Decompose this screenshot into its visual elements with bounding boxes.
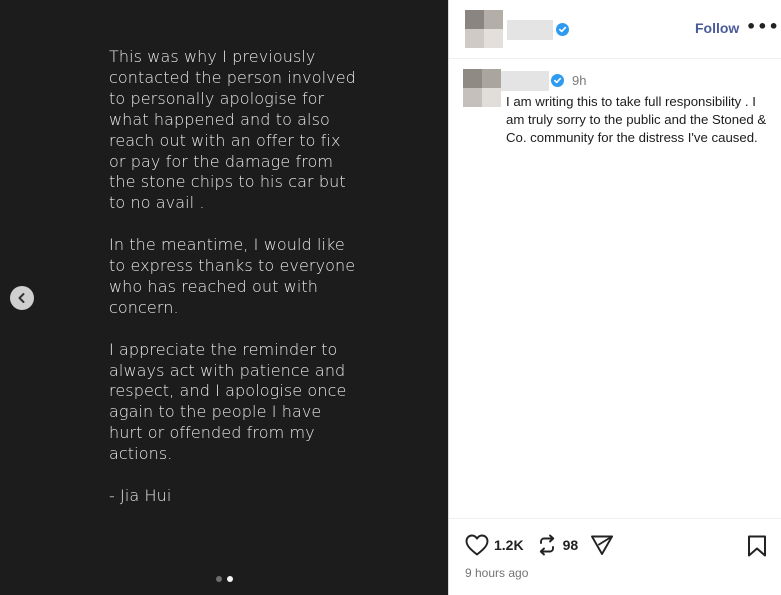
like-count[interactable]: 1.2K [494, 537, 524, 553]
avatar-pixel [482, 69, 501, 88]
previous-slide-button[interactable] [10, 286, 34, 310]
avatar-pixel [465, 10, 484, 29]
commenter-name-redacted[interactable] [501, 71, 549, 91]
save-bookmark-button[interactable] [747, 535, 767, 561]
slide-paragraph-1: This was why I previously contacted the … [109, 47, 356, 213]
heart-icon [465, 534, 489, 556]
like-button[interactable]: 1.2K [465, 534, 536, 556]
chevron-left-icon [18, 293, 25, 303]
pagination-dot-active[interactable] [227, 576, 233, 582]
repost-count[interactable]: 98 [563, 537, 579, 553]
caption-text: I am writing this to take full responsib… [506, 94, 767, 145]
avatar-pixel [463, 88, 482, 107]
verified-badge-icon [551, 74, 564, 87]
pagination-dots [216, 576, 233, 582]
repost-button[interactable]: 98 [536, 534, 591, 556]
avatar-pixel [465, 29, 484, 48]
follow-button[interactable]: Follow [695, 20, 739, 36]
commenter-avatar[interactable] [463, 69, 501, 107]
verified-badge-icon [556, 23, 569, 36]
author-name-redacted[interactable] [507, 20, 553, 40]
comment-time[interactable]: 9h [572, 73, 586, 88]
post-details-panel: Follow ••• 9h I am writing this to take … [448, 0, 781, 595]
action-bar: 1.2K 98 [465, 534, 614, 556]
post-media-slide: This was why I previously contacted the … [0, 0, 448, 595]
author-avatar[interactable] [465, 10, 503, 48]
post-timestamp[interactable]: 9 hours ago [465, 566, 528, 580]
avatar-pixel [484, 29, 503, 48]
post-footer: 1.2K 98 9 hours ago [449, 518, 781, 595]
slide-paragraph-2: In the meantime, I would like to express… [109, 235, 356, 317]
share-button[interactable] [590, 534, 614, 556]
post-header: Follow ••• [449, 0, 781, 59]
avatar-pixel [484, 10, 503, 29]
repost-icon [539, 534, 554, 556]
slide-paragraph-3: I appreciate the reminder to always act … [109, 339, 347, 464]
share-send-icon [591, 535, 614, 555]
pagination-dot[interactable] [216, 576, 222, 582]
avatar-pixel [482, 88, 501, 107]
avatar-pixel [463, 69, 482, 88]
slide-text: This was why I previously contacted the … [109, 47, 359, 528]
bookmark-icon [748, 535, 766, 557]
more-options-icon[interactable]: ••• [746, 17, 780, 36]
slide-signature: - Jia Hui [109, 485, 172, 505]
